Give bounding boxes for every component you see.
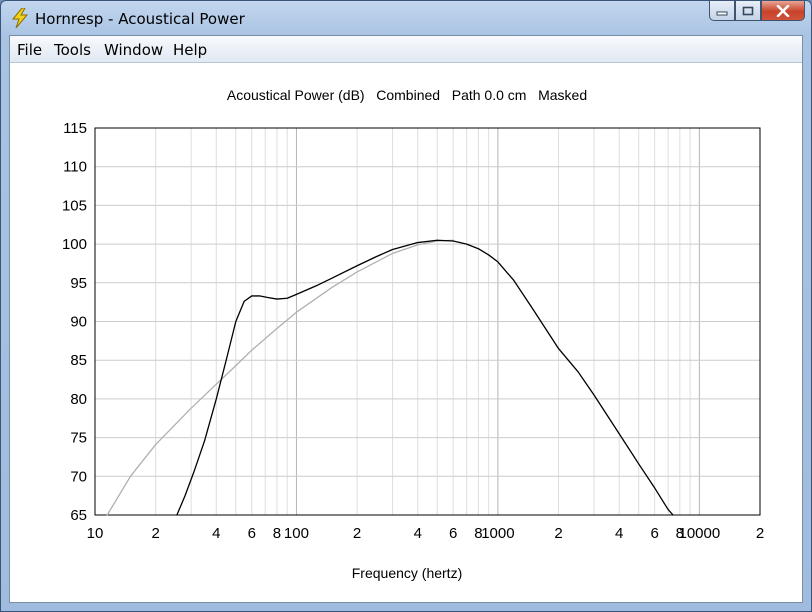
x-tick-label: 6 bbox=[449, 525, 457, 542]
y-tick-label: 105 bbox=[62, 197, 87, 214]
maximize-icon bbox=[742, 6, 754, 15]
window-title: Hornresp - Acoustical Power bbox=[35, 10, 245, 28]
acoustical-power-chart: Acoustical Power (dB) Combined Path 0.0 … bbox=[62, 87, 765, 581]
x-tick-label: 2 bbox=[353, 525, 361, 542]
grid bbox=[95, 128, 760, 515]
lightning-bolt-icon bbox=[11, 8, 29, 28]
x-tick-label: 4 bbox=[414, 525, 422, 542]
menu-file[interactable]: File bbox=[17, 41, 42, 59]
menu-window[interactable]: Window bbox=[104, 41, 163, 59]
x-tick-label: 8 bbox=[273, 525, 281, 542]
close-icon bbox=[776, 4, 790, 17]
x-tick-label: 2 bbox=[151, 525, 159, 542]
y-axis-ticks: 65 70 75 80 85 90 95 100 105 110 115 bbox=[62, 120, 87, 524]
y-tick-label: 85 bbox=[70, 352, 87, 369]
y-tick-label: 70 bbox=[70, 468, 87, 485]
x-tick-label: 100 bbox=[284, 525, 309, 542]
close-button[interactable] bbox=[761, 1, 805, 21]
x-tick-label: 10000 bbox=[678, 525, 720, 542]
series-line bbox=[106, 239, 454, 516]
x-tick-label: 4 bbox=[615, 525, 623, 542]
maximize-button[interactable] bbox=[735, 1, 761, 21]
minimize-button[interactable] bbox=[709, 1, 735, 21]
app-window: Hornresp - Acoustical Power File Tools W… bbox=[0, 0, 812, 612]
menu-bar: File Tools Window Help bbox=[10, 36, 802, 63]
x-tick-label: 2 bbox=[756, 525, 764, 542]
x-axis-ticks: 10 2 4 6 8 100 2 4 6 81000 2 4 6 810000 2 bbox=[87, 525, 765, 542]
y-tick-label: 65 bbox=[70, 507, 87, 524]
x-tick-label: 10 bbox=[87, 525, 104, 542]
y-tick-label: 100 bbox=[62, 236, 87, 253]
chart-title: Acoustical Power (dB) Combined Path 0.0 … bbox=[227, 87, 587, 103]
y-tick-label: 80 bbox=[70, 391, 87, 408]
x-tick-label: 2 bbox=[554, 525, 562, 542]
window-controls bbox=[709, 1, 805, 21]
menu-tools[interactable]: Tools bbox=[54, 41, 91, 59]
client-area: File Tools Window Help Acoustical Power … bbox=[9, 35, 803, 603]
x-axis-label: Frequency (hertz) bbox=[352, 565, 462, 581]
x-tick-label: 6 bbox=[248, 525, 256, 542]
x-tick-label: 6 bbox=[650, 525, 658, 542]
series bbox=[106, 239, 674, 516]
menu-help[interactable]: Help bbox=[173, 41, 207, 59]
title-bar[interactable]: Hornresp - Acoustical Power bbox=[1, 1, 811, 35]
x-tick-label: 4 bbox=[212, 525, 220, 542]
y-tick-label: 90 bbox=[70, 314, 87, 331]
y-tick-label: 75 bbox=[70, 430, 87, 447]
y-tick-label: 115 bbox=[63, 120, 87, 137]
y-tick-label: 95 bbox=[70, 275, 87, 292]
minimize-icon bbox=[716, 11, 728, 15]
y-tick-label: 110 bbox=[63, 159, 87, 176]
x-tick-label: 1000 bbox=[481, 525, 514, 542]
